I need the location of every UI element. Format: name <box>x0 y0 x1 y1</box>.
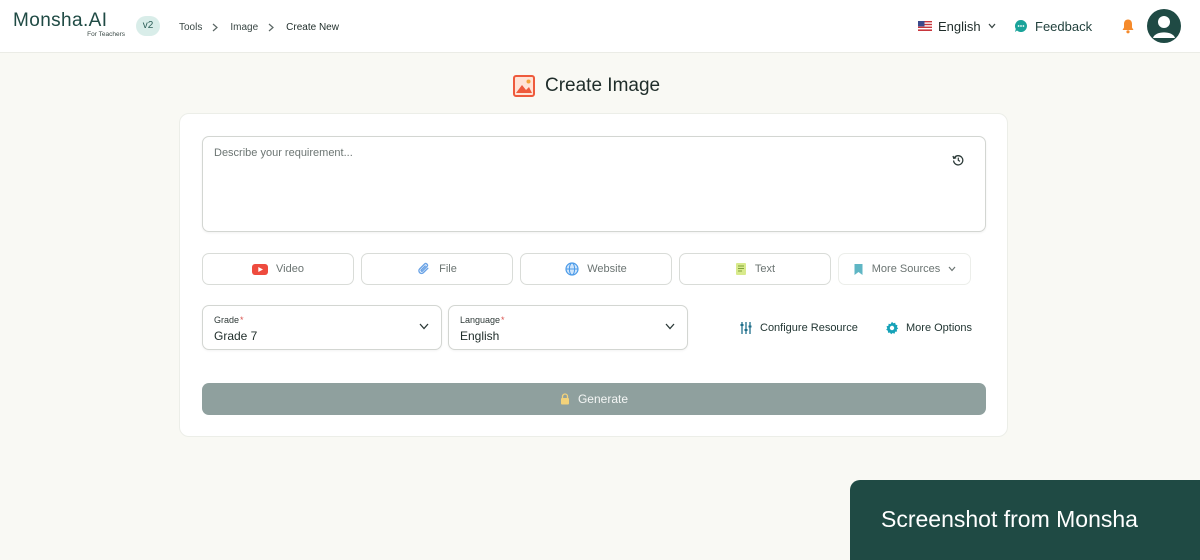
prompt-input[interactable] <box>203 137 985 231</box>
chevron-right-icon <box>212 19 220 35</box>
text-source-button[interactable]: Text <box>679 253 831 285</box>
video-source-button[interactable]: Video <box>202 253 354 285</box>
configure-resource-button[interactable]: Configure Resource <box>739 320 858 336</box>
page-title: Create Image <box>513 74 660 98</box>
language-field-label: Language* <box>460 315 505 325</box>
chat-bubble-icon <box>1014 19 1027 32</box>
youtube-icon <box>252 263 269 275</box>
sliders-icon <box>740 322 752 334</box>
required-mark: * <box>501 315 505 325</box>
version-badge: v2 <box>136 16 160 36</box>
file-source-button[interactable]: File <box>361 253 513 285</box>
breadcrumb-item-current: Create New <box>286 21 339 33</box>
grade-value: Grade 7 <box>214 329 258 343</box>
language-value: English <box>460 329 500 343</box>
feedback-button[interactable]: Feedback <box>1014 17 1092 35</box>
bookmark-icon <box>854 263 863 275</box>
logo-subtitle: For Teachers <box>87 31 125 38</box>
breadcrumb: Tools Image Create New <box>179 19 339 35</box>
generate-button[interactable]: Generate <box>202 383 986 415</box>
page-title-text: Create Image <box>545 75 661 96</box>
logo-name: Monsha.AI <box>13 10 108 31</box>
breadcrumb-item-image[interactable]: Image <box>230 22 258 33</box>
history-icon[interactable] <box>952 154 964 166</box>
bell-icon[interactable] <box>1121 18 1135 34</box>
user-icon <box>1153 16 1175 38</box>
us-flag-icon <box>918 21 932 31</box>
globe-icon <box>565 262 579 276</box>
file-source-label: File <box>439 263 457 275</box>
text-document-icon <box>735 263 746 275</box>
source-buttons: Video File Website Text More Sources <box>202 253 971 285</box>
generate-label: Generate <box>577 392 629 406</box>
lock-icon <box>560 393 569 405</box>
more-sources-button[interactable]: More Sources <box>838 253 971 285</box>
avatar[interactable] <box>1147 9 1181 43</box>
website-source-button[interactable]: Website <box>520 253 672 285</box>
more-sources-label: More Sources <box>871 263 941 275</box>
top-bar: Monsha.AI For Teachers v2 Tools Image Cr… <box>0 0 1200 53</box>
language-selector[interactable]: English <box>918 17 996 35</box>
video-source-label: Video <box>276 263 304 275</box>
chevron-down-icon <box>665 323 675 330</box>
create-image-card: Video File Website Text <box>179 113 1008 437</box>
language-select[interactable]: Language* English <box>448 305 688 350</box>
website-source-label: Website <box>587 263 627 275</box>
watermark-banner: Screenshot from Monsha <box>850 480 1200 560</box>
logo[interactable]: Monsha.AI For Teachers <box>13 10 125 42</box>
chevron-down-icon <box>419 323 429 330</box>
language-label: English <box>938 18 981 34</box>
chevron-down-icon <box>948 266 956 272</box>
feedback-label: Feedback <box>1035 18 1093 34</box>
more-options-label: More Options <box>906 322 973 334</box>
paperclip-icon <box>418 262 429 275</box>
grade-label: Grade* <box>214 315 244 325</box>
image-icon <box>513 75 535 97</box>
configure-resource-label: Configure Resource <box>760 322 858 334</box>
required-mark: * <box>240 315 244 325</box>
chevron-right-icon <box>268 19 276 35</box>
prompt-box <box>202 136 986 232</box>
gear-icon <box>886 321 899 335</box>
more-options-button[interactable]: More Options <box>885 320 972 336</box>
grade-select[interactable]: Grade* Grade 7 <box>202 305 442 350</box>
breadcrumb-item-tools[interactable]: Tools <box>179 22 202 33</box>
text-source-label: Text <box>754 263 776 275</box>
watermark-text: Screenshot from Monsha <box>881 506 1138 532</box>
chevron-down-icon <box>988 23 996 29</box>
